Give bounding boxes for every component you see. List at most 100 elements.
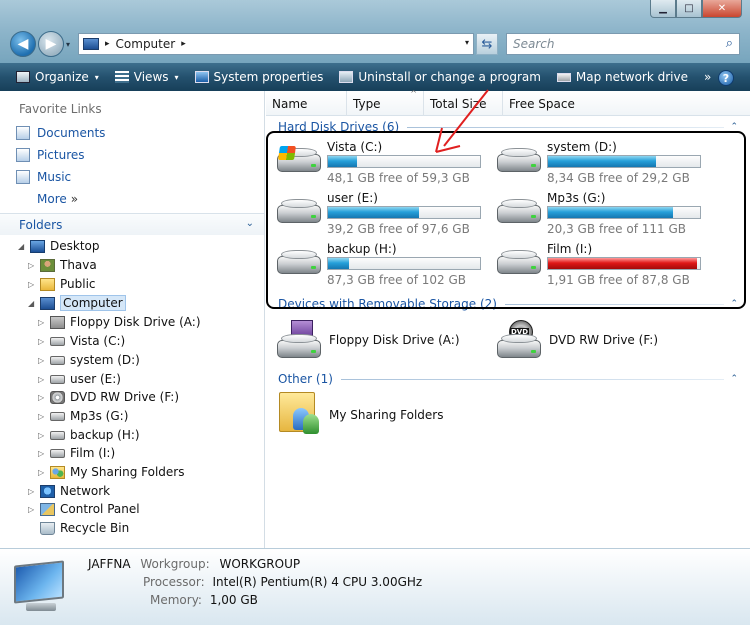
expand-icon[interactable]: ▷ (28, 261, 38, 270)
tree-item-system[interactable]: ▷ system (D:) (38, 351, 140, 369)
expand-icon[interactable]: ◢ (18, 242, 28, 251)
address-bar[interactable]: ▸ Computer ▸ ▾ (78, 33, 474, 55)
favorite-music[interactable]: Music (16, 170, 71, 184)
tree-item-mp3s[interactable]: ▷ Mp3s (G:) (38, 407, 128, 425)
search-placeholder: Search (513, 37, 555, 51)
folder-icon (40, 277, 55, 291)
expand-icon[interactable]: ▷ (38, 337, 48, 346)
forward-button[interactable]: ▶ (38, 31, 64, 57)
column-type[interactable]: Type ^ (347, 89, 424, 116)
tree-item-backup[interactable]: ▷ backup (H:) (38, 426, 140, 444)
tree-item-public[interactable]: ▷ Public (28, 275, 96, 293)
documents-icon (16, 126, 30, 140)
computer-name-row: JAFFNA Workgroup: WORKGROUP (88, 557, 300, 571)
chevron-down-icon[interactable]: ⌄ (246, 218, 254, 229)
expand-icon[interactable]: ▷ (38, 449, 48, 458)
tree-item-computer[interactable]: ◢ Computer (28, 294, 126, 312)
tree-label: Film (I:) (70, 446, 116, 460)
minimize-button[interactable]: ▁ (650, 0, 676, 18)
toolbar-overflow-button[interactable]: » (696, 63, 719, 91)
expand-icon[interactable]: ▷ (38, 356, 48, 365)
tree-label: My Sharing Folders (70, 465, 185, 479)
column-name[interactable]: Name (266, 91, 347, 116)
tree-label: Desktop (50, 239, 100, 253)
organize-label: Organize (35, 70, 89, 84)
folders-label: Folders (19, 217, 63, 232)
chevron-down-icon: ▾ (174, 72, 179, 82)
tree-item-network[interactable]: ▷ Network (28, 482, 110, 500)
system-properties-button[interactable]: System properties (187, 63, 332, 91)
tree-label: Network (60, 484, 111, 498)
search-input[interactable]: Search ⌕ (506, 33, 740, 55)
tree-item-thava[interactable]: ▷ Thava (28, 256, 97, 274)
organize-button[interactable]: Organize ▾ (0, 63, 107, 91)
dvd-drive-icon: DVD (495, 320, 543, 360)
details-pane: JAFFNA Workgroup: WORKGROUP Processor: I… (0, 548, 750, 625)
tree-item-vista[interactable]: ▷ Vista (C:) (38, 332, 125, 350)
tree-item-floppy[interactable]: ▷ Floppy Disk Drive (A:) (38, 313, 201, 331)
uninstall-button[interactable]: Uninstall or change a program (331, 63, 549, 91)
tree-item-control-panel[interactable]: ▷ Control Panel (28, 500, 140, 518)
column-free-space[interactable]: Free Space (503, 91, 750, 116)
folders-header[interactable]: Folders ⌄ (0, 213, 264, 235)
caption-buttons: ▁ □ ✕ (650, 0, 742, 18)
dvd-drive-icon (50, 390, 65, 404)
expand-icon[interactable]: ▷ (38, 375, 48, 384)
column-headers: Name Type ^ Total Size Free Space (266, 89, 750, 116)
expand-icon[interactable]: ▷ (38, 468, 48, 477)
device-floppy[interactable]: Floppy Disk Drive (A:) (275, 318, 460, 362)
expand-icon[interactable]: ▷ (38, 412, 48, 421)
search-icon[interactable]: ⌕ (726, 36, 733, 51)
tree-label: system (D:) (70, 353, 140, 367)
expand-icon[interactable]: ▷ (38, 318, 48, 327)
hard-drive-icon (50, 448, 65, 458)
expand-icon[interactable]: ▷ (28, 280, 38, 289)
address-dropdown-icon[interactable]: ▾ (465, 38, 469, 47)
floppy-drive-icon (275, 320, 323, 360)
processor-value: Intel(R) Pentium(R) 4 CPU 3.00GHz (212, 575, 423, 589)
help-button[interactable]: ? (718, 70, 734, 86)
tree-item-desktop[interactable]: ◢ Desktop (18, 237, 100, 255)
expand-icon[interactable]: ▷ (38, 431, 48, 440)
tree-item-dvd[interactable]: ▷ DVD RW Drive (F:) (38, 388, 179, 406)
map-network-drive-button[interactable]: Map network drive (549, 63, 696, 91)
collapse-icon[interactable]: ⌃ (730, 374, 738, 384)
recent-pages-dropdown[interactable]: ▾ (66, 40, 70, 49)
favorite-links-title: Favorite Links (19, 102, 102, 116)
expand-icon[interactable]: ▷ (28, 487, 38, 496)
tree-label: backup (H:) (70, 428, 140, 442)
refresh-button[interactable]: ⇆ (476, 33, 498, 55)
tree-item-sharing-folders[interactable]: ▷ My Sharing Folders (38, 463, 185, 481)
device-dvd[interactable]: DVD DVD RW Drive (F:) (495, 318, 658, 362)
close-button[interactable]: ✕ (702, 0, 742, 18)
control-panel-icon (40, 502, 55, 516)
group-other[interactable]: Other (1) ⌃ (278, 371, 738, 387)
memory-row: Memory: 1,00 GB (150, 593, 258, 607)
tree-item-user[interactable]: ▷ user (E:) (38, 370, 121, 388)
tree-label: Control Panel (60, 502, 140, 516)
expand-icon[interactable]: ▷ (38, 393, 48, 402)
desktop-icon (30, 239, 45, 253)
favorite-pictures[interactable]: Pictures (16, 148, 85, 162)
pictures-icon (16, 148, 30, 162)
system-properties-icon (194, 71, 209, 83)
tree-item-film[interactable]: ▷ Film (I:) (38, 444, 115, 462)
computer-monitor-icon (12, 560, 74, 619)
address-path[interactable]: Computer (116, 37, 176, 51)
computer-icon (83, 38, 99, 50)
address-separator[interactable]: ▸ (105, 39, 110, 49)
expand-icon[interactable]: ◢ (28, 299, 38, 308)
views-button[interactable]: Views ▾ (107, 63, 187, 91)
device-name: DVD RW Drive (F:) (549, 333, 659, 347)
back-button[interactable]: ◀ (10, 31, 36, 57)
address-path-separator[interactable]: ▸ (181, 39, 186, 49)
views-label: Views (133, 70, 169, 84)
maximize-button[interactable]: □ (676, 0, 702, 18)
favorite-documents[interactable]: Documents (16, 126, 105, 140)
tree-label: Public (60, 277, 96, 291)
hard-drive-icon (50, 355, 65, 365)
item-sharing-folders[interactable]: My Sharing Folders (275, 392, 444, 437)
favorite-more-link[interactable]: More» (37, 192, 78, 206)
tree-item-recycle-bin[interactable]: Recycle Bin (28, 519, 129, 537)
expand-icon[interactable]: ▷ (28, 505, 38, 514)
